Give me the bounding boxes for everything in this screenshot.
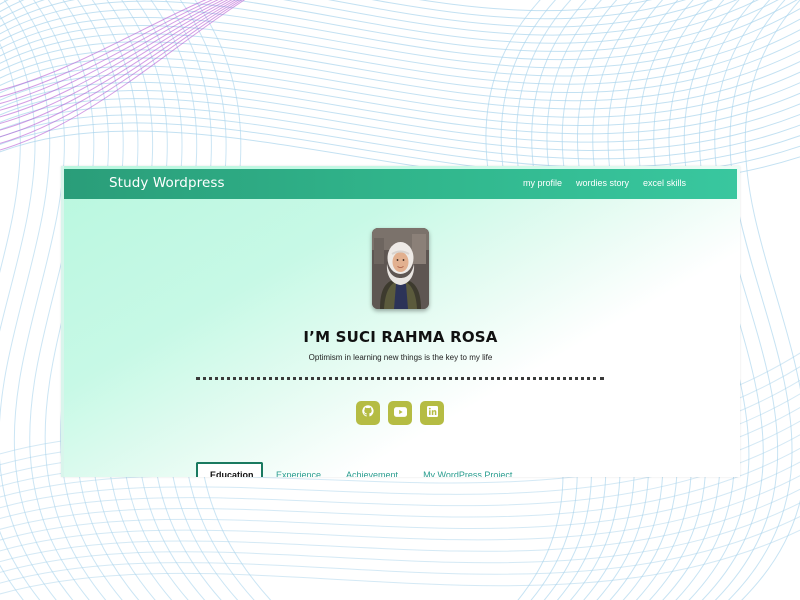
linkedin-icon bbox=[426, 404, 438, 422]
tab-education[interactable]: Education bbox=[196, 462, 263, 477]
background-curve bbox=[0, 89, 800, 143]
github-button[interactable] bbox=[356, 401, 380, 425]
social-links bbox=[356, 401, 444, 425]
background-curve bbox=[0, 106, 800, 160]
github-icon bbox=[362, 404, 374, 422]
tab-experience[interactable]: Experience bbox=[263, 462, 333, 477]
background-curve bbox=[0, 502, 800, 573]
background-curve bbox=[0, 515, 800, 584]
tab-achievement[interactable]: Achievement bbox=[333, 462, 410, 477]
section-tabs: Education Experience Achievement My Word… bbox=[196, 462, 524, 477]
nav-link-my-profile[interactable]: my profile bbox=[523, 178, 562, 188]
website-screenshot: Study Wordpress my profile wordies story… bbox=[61, 166, 740, 477]
background-curve bbox=[0, 0, 738, 36]
youtube-button[interactable] bbox=[388, 401, 412, 425]
top-navigation-bar: Study Wordpress my profile wordies story… bbox=[64, 169, 737, 199]
youtube-icon bbox=[393, 404, 407, 422]
profile-tagline: Optimism in learning new things is the k… bbox=[308, 353, 493, 362]
background-curve bbox=[0, 488, 800, 563]
profile-name-heading: I’M SUCI RAHMA ROSA bbox=[303, 328, 498, 346]
linkedin-button[interactable] bbox=[420, 401, 444, 425]
profile-photo bbox=[372, 228, 429, 309]
dotted-divider bbox=[196, 377, 604, 380]
tab-my-wordpress-project[interactable]: My WordPress Project bbox=[410, 462, 524, 477]
nav-link-excel-skills[interactable]: excel skills bbox=[643, 178, 686, 188]
nav-link-wordies-story[interactable]: wordies story bbox=[576, 178, 629, 188]
nav-links: my profile wordies story excel skills bbox=[523, 178, 686, 188]
background-curve bbox=[0, 0, 233, 124]
site-brand-title[interactable]: Study Wordpress bbox=[109, 175, 225, 191]
